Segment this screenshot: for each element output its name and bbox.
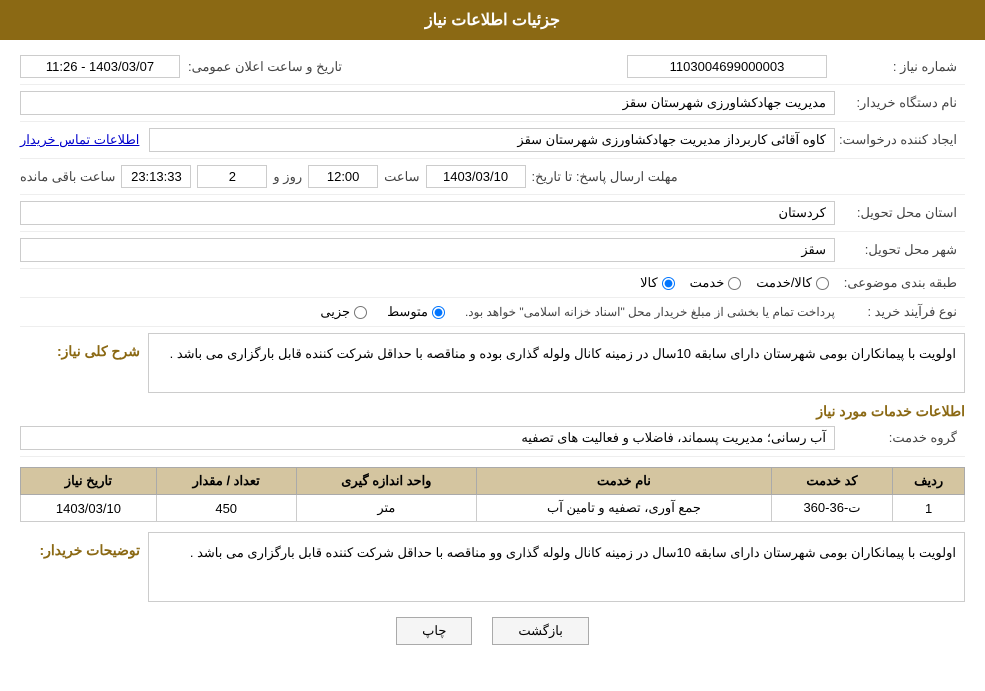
page-header: جزئیات اطلاعات نیاز xyxy=(0,0,985,40)
need-desc-section: اولویت با پیمانکاران بومی شهرستان دارای … xyxy=(20,333,965,393)
deadline-time-label: ساعت xyxy=(384,169,419,185)
creator-label: ایجاد کننده درخواست: xyxy=(835,132,965,148)
purchase-mutavasit: متوسط xyxy=(387,304,445,320)
deadline-remaining-label: ساعت باقی مانده xyxy=(20,169,115,185)
content-area: شماره نیاز : 1103004699000003 تاریخ و سا… xyxy=(0,40,985,675)
city-label: شهر محل تحویل: xyxy=(835,242,965,258)
col-quantity: تعداد / مقدار xyxy=(156,468,296,495)
need-number-row: شماره نیاز : 1103004699000003 تاریخ و سا… xyxy=(20,55,965,85)
buyer-org-value: مدیریت جهادکشاورزی شهرستان سقز xyxy=(20,91,835,115)
announce-value: 1403/03/07 - 11:26 xyxy=(20,55,180,78)
col-unit: واحد اندازه گیری xyxy=(296,468,477,495)
category-radio-khidmat[interactable] xyxy=(728,277,741,290)
creator-value: کاوه آقائی کاربرداز مدیریت جهادکشاورزی ش… xyxy=(149,128,835,152)
deadline-days: 2 xyxy=(197,165,267,188)
buyer-org-label: نام دستگاه خریدار: xyxy=(835,95,965,111)
service-group-label: گروه خدمت: xyxy=(835,430,965,446)
category-kala-label: کالا xyxy=(640,275,658,291)
buyer-notes-value: اولویت با پیمانکاران بومی شهرستان دارای … xyxy=(148,532,965,602)
col-name: نام خدمت xyxy=(477,468,772,495)
need-desc-value: اولویت با پیمانکاران بومی شهرستان دارای … xyxy=(148,333,965,393)
category-radio-kala-khidmat[interactable] xyxy=(816,277,829,290)
purchase-label: نوع فرآیند خرید : xyxy=(835,304,965,320)
buttons-row: بازگشت چاپ xyxy=(20,617,965,645)
deadline-label: مهلت ارسال پاسخ: تا تاریخ: xyxy=(532,169,686,185)
services-title: اطلاعات خدمات مورد نیاز xyxy=(20,403,965,420)
category-options: کالا/خدمت خدمت کالا xyxy=(640,275,829,291)
cell-row: 1 xyxy=(893,495,965,522)
purchase-juzyi-label: جزیی xyxy=(320,304,350,320)
purchase-radio-juzyi[interactable] xyxy=(354,306,367,319)
purchase-note: پرداخت تمام یا بخشی از مبلغ خریدار محل "… xyxy=(465,305,835,319)
purchase-mutavasit-label: متوسط xyxy=(387,304,428,320)
purchase-row: نوع فرآیند خرید : پرداخت تمام یا بخشی از… xyxy=(20,304,965,327)
category-kala-khidmat-label: کالا/خدمت xyxy=(756,275,812,291)
purchase-radio-mutavasit[interactable] xyxy=(432,306,445,319)
back-button[interactable]: بازگشت xyxy=(492,617,588,645)
cell-quantity: 450 xyxy=(156,495,296,522)
services-table: ردیف کد خدمت نام خدمت واحد اندازه گیری ت… xyxy=(20,467,965,522)
deadline-date: 1403/03/10 xyxy=(426,165,526,188)
table-row: 1ت-36-360جمع آوری، تصفیه و تامین آبمتر45… xyxy=(21,495,965,522)
need-desc-label: شرح کلی نیاز: xyxy=(20,343,140,360)
print-button[interactable]: چاپ xyxy=(396,617,472,645)
deadline-row: مهلت ارسال پاسخ: تا تاریخ: 1403/03/10 سا… xyxy=(20,165,965,195)
deadline-remaining: 23:13:33 xyxy=(121,165,191,188)
category-kala-khidmat: کالا/خدمت xyxy=(756,275,829,291)
category-radio-kala[interactable] xyxy=(662,277,675,290)
cell-name: جمع آوری، تصفیه و تامین آب xyxy=(477,495,772,522)
buyer-org-row: نام دستگاه خریدار: مدیریت جهادکشاورزی شه… xyxy=(20,91,965,122)
province-value: کردستان xyxy=(20,201,835,225)
service-group-value: آب رسانی؛ مدیریت پسماند، فاضلاب و فعالیت… xyxy=(20,426,835,450)
city-row: شهر محل تحویل: سقز xyxy=(20,238,965,269)
category-kala: کالا xyxy=(640,275,675,291)
need-number-value: 1103004699000003 xyxy=(627,55,827,78)
contact-link[interactable]: اطلاعات تماس خریدار xyxy=(20,132,139,148)
creator-row: ایجاد کننده درخواست: کاوه آقائی کاربرداز… xyxy=(20,128,965,159)
category-khidmat: خدمت xyxy=(690,275,742,291)
city-value: سقز xyxy=(20,238,835,262)
deadline-time: 12:00 xyxy=(308,165,378,188)
cell-date: 1403/03/10 xyxy=(21,495,157,522)
purchase-juzyi: جزیی xyxy=(320,304,367,320)
deadline-day-label: روز و xyxy=(273,169,302,185)
category-label: طبقه بندی موضوعی: xyxy=(835,275,965,291)
col-code: کد خدمت xyxy=(771,468,893,495)
col-date: تاریخ نیاز xyxy=(21,468,157,495)
buyer-notes-label: توضیحات خریدار: xyxy=(20,542,140,559)
province-label: استان محل تحویل: xyxy=(835,205,965,221)
page-title: جزئیات اطلاعات نیاز xyxy=(425,12,560,29)
cell-code: ت-36-360 xyxy=(771,495,893,522)
buyer-notes-section: اولویت با پیمانکاران بومی شهرستان دارای … xyxy=(20,532,965,602)
province-row: استان محل تحویل: کردستان xyxy=(20,201,965,232)
need-number-label: شماره نیاز : xyxy=(835,59,965,75)
announce-label: تاریخ و ساعت اعلان عمومی: xyxy=(188,59,342,75)
col-row: ردیف xyxy=(893,468,965,495)
service-group-row: گروه خدمت: آب رسانی؛ مدیریت پسماند، فاضل… xyxy=(20,426,965,457)
page-wrapper: جزئیات اطلاعات نیاز شماره نیاز : 1103004… xyxy=(0,0,985,691)
category-khidmat-label: خدمت xyxy=(690,275,725,291)
services-table-section: ردیف کد خدمت نام خدمت واحد اندازه گیری ت… xyxy=(20,467,965,522)
purchase-options-group: پرداخت تمام یا بخشی از مبلغ خریدار محل "… xyxy=(20,304,835,320)
cell-unit: متر xyxy=(296,495,477,522)
category-row: طبقه بندی موضوعی: کالا/خدمت خدمت کالا xyxy=(20,275,965,298)
